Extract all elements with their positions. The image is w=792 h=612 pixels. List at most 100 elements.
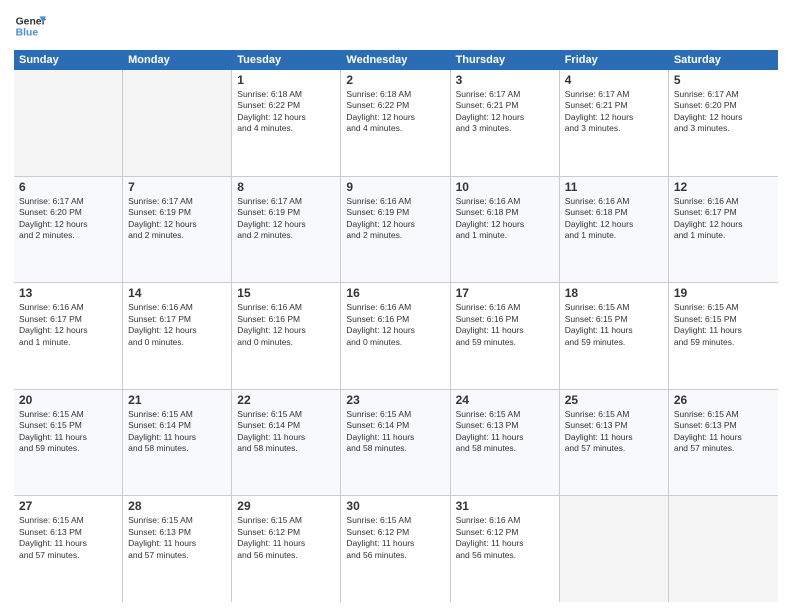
day-cell-6: 6 Sunrise: 6:17 AM Sunset: 6:20 PM Daylig…	[14, 177, 123, 283]
day-cell-1: 1Sunrise: 6:18 AM Sunset: 6:22 PM Daylig…	[232, 70, 341, 176]
day-cell-4: 4Sunrise: 6:17 AM Sunset: 6:21 PM Daylig…	[560, 70, 669, 176]
calendar-row-1: 6 Sunrise: 6:17 AM Sunset: 6:20 PM Daylig…	[14, 177, 778, 284]
day-number: 29	[237, 499, 335, 513]
weekday-header-sunday: Sunday	[14, 50, 123, 70]
day-number: 10	[456, 180, 554, 194]
calendar-row-2: 13 Sunrise: 6:16 AM Sunset: 6:17 PM Dayli…	[14, 283, 778, 390]
day-number: 31	[456, 499, 554, 513]
logo-icon: General Blue	[14, 10, 46, 42]
day-cell-24: 24 Sunrise: 6:15 AM Sunset: 6:13 PM Dayli…	[451, 390, 560, 496]
day-info: Sunrise: 6:15 AM Sunset: 6:15 PM Dayligh…	[674, 302, 773, 348]
calendar-row-4: 27 Sunrise: 6:15 AM Sunset: 6:13 PM Dayli…	[14, 496, 778, 602]
page: General Blue SundayMondayTuesdayWednesda…	[0, 0, 792, 612]
day-number: 15	[237, 286, 335, 300]
day-info: Sunrise: 6:16 AM Sunset: 6:16 PM Dayligh…	[237, 302, 335, 348]
day-number: 19	[674, 286, 773, 300]
day-number: 24	[456, 393, 554, 407]
day-number: 7	[128, 180, 226, 194]
day-cell-21: 21 Sunrise: 6:15 AM Sunset: 6:14 PM Dayli…	[123, 390, 232, 496]
day-number: 5	[674, 73, 773, 87]
weekday-header-saturday: Saturday	[669, 50, 778, 70]
day-number: 13	[19, 286, 117, 300]
day-cell-15: 15 Sunrise: 6:16 AM Sunset: 6:16 PM Dayli…	[232, 283, 341, 389]
day-cell-22: 22 Sunrise: 6:15 AM Sunset: 6:14 PM Dayli…	[232, 390, 341, 496]
day-number: 20	[19, 393, 117, 407]
day-number: 26	[674, 393, 773, 407]
day-number: 3	[456, 73, 554, 87]
day-number: 8	[237, 180, 335, 194]
day-info: Sunrise: 6:16 AM Sunset: 6:17 PM Dayligh…	[19, 302, 117, 348]
day-cell-20: 20 Sunrise: 6:15 AM Sunset: 6:15 PM Dayli…	[14, 390, 123, 496]
day-number: 9	[346, 180, 444, 194]
day-number: 4	[565, 73, 663, 87]
day-info: Sunrise: 6:17 AM Sunset: 6:20 PM Dayligh…	[674, 89, 773, 135]
day-info: Sunrise: 6:16 AM Sunset: 6:16 PM Dayligh…	[456, 302, 554, 348]
day-info: Sunrise: 6:16 AM Sunset: 6:18 PM Dayligh…	[456, 196, 554, 242]
empty-cell	[560, 496, 669, 602]
day-info: Sunrise: 6:15 AM Sunset: 6:14 PM Dayligh…	[346, 409, 444, 455]
logo: General Blue	[14, 10, 46, 42]
day-cell-26: 26 Sunrise: 6:15 AM Sunset: 6:13 PM Dayli…	[669, 390, 778, 496]
day-info: Sunrise: 6:15 AM Sunset: 6:15 PM Dayligh…	[565, 302, 663, 348]
day-info: Sunrise: 6:16 AM Sunset: 6:16 PM Dayligh…	[346, 302, 444, 348]
day-cell-17: 17 Sunrise: 6:16 AM Sunset: 6:16 PM Dayli…	[451, 283, 560, 389]
day-info: Sunrise: 6:16 AM Sunset: 6:17 PM Dayligh…	[128, 302, 226, 348]
calendar: SundayMondayTuesdayWednesdayThursdayFrid…	[14, 50, 778, 602]
day-info: Sunrise: 6:15 AM Sunset: 6:13 PM Dayligh…	[128, 515, 226, 561]
day-number: 28	[128, 499, 226, 513]
day-number: 30	[346, 499, 444, 513]
day-info: Sunrise: 6:16 AM Sunset: 6:19 PM Dayligh…	[346, 196, 444, 242]
day-cell-28: 28 Sunrise: 6:15 AM Sunset: 6:13 PM Dayli…	[123, 496, 232, 602]
day-number: 11	[565, 180, 663, 194]
weekday-header-wednesday: Wednesday	[341, 50, 450, 70]
day-info: Sunrise: 6:15 AM Sunset: 6:15 PM Dayligh…	[19, 409, 117, 455]
weekday-header-monday: Monday	[123, 50, 232, 70]
day-info: Sunrise: 6:16 AM Sunset: 6:18 PM Dayligh…	[565, 196, 663, 242]
day-info: Sunrise: 6:15 AM Sunset: 6:14 PM Dayligh…	[128, 409, 226, 455]
weekday-header-thursday: Thursday	[451, 50, 560, 70]
day-info: Sunrise: 6:17 AM Sunset: 6:21 PM Dayligh…	[456, 89, 554, 135]
day-cell-14: 14 Sunrise: 6:16 AM Sunset: 6:17 PM Dayli…	[123, 283, 232, 389]
day-cell-9: 9 Sunrise: 6:16 AM Sunset: 6:19 PM Daylig…	[341, 177, 450, 283]
day-cell-5: 5 Sunrise: 6:17 AM Sunset: 6:20 PM Daylig…	[669, 70, 778, 176]
day-number: 22	[237, 393, 335, 407]
day-number: 6	[19, 180, 117, 194]
day-cell-7: 7Sunrise: 6:17 AM Sunset: 6:19 PM Daylig…	[123, 177, 232, 283]
weekday-header-friday: Friday	[560, 50, 669, 70]
day-cell-13: 13 Sunrise: 6:16 AM Sunset: 6:17 PM Dayli…	[14, 283, 123, 389]
day-cell-12: 12 Sunrise: 6:16 AM Sunset: 6:17 PM Dayli…	[669, 177, 778, 283]
day-number: 18	[565, 286, 663, 300]
day-number: 17	[456, 286, 554, 300]
empty-cell	[14, 70, 123, 176]
day-cell-30: 30Sunrise: 6:15 AM Sunset: 6:12 PM Dayli…	[341, 496, 450, 602]
day-cell-29: 29 Sunrise: 6:15 AM Sunset: 6:12 PM Dayli…	[232, 496, 341, 602]
calendar-header: SundayMondayTuesdayWednesdayThursdayFrid…	[14, 50, 778, 70]
day-number: 25	[565, 393, 663, 407]
day-cell-25: 25 Sunrise: 6:15 AM Sunset: 6:13 PM Dayli…	[560, 390, 669, 496]
day-cell-23: 23Sunrise: 6:15 AM Sunset: 6:14 PM Dayli…	[341, 390, 450, 496]
day-info: Sunrise: 6:15 AM Sunset: 6:13 PM Dayligh…	[565, 409, 663, 455]
day-info: Sunrise: 6:15 AM Sunset: 6:14 PM Dayligh…	[237, 409, 335, 455]
day-number: 27	[19, 499, 117, 513]
calendar-row-3: 20 Sunrise: 6:15 AM Sunset: 6:15 PM Dayli…	[14, 390, 778, 497]
day-info: Sunrise: 6:17 AM Sunset: 6:20 PM Dayligh…	[19, 196, 117, 242]
day-info: Sunrise: 6:15 AM Sunset: 6:13 PM Dayligh…	[674, 409, 773, 455]
day-cell-2: 2Sunrise: 6:18 AM Sunset: 6:22 PM Daylig…	[341, 70, 450, 176]
day-info: Sunrise: 6:15 AM Sunset: 6:13 PM Dayligh…	[456, 409, 554, 455]
day-info: Sunrise: 6:16 AM Sunset: 6:12 PM Dayligh…	[456, 515, 554, 561]
weekday-header-tuesday: Tuesday	[232, 50, 341, 70]
day-number: 16	[346, 286, 444, 300]
day-info: Sunrise: 6:16 AM Sunset: 6:17 PM Dayligh…	[674, 196, 773, 242]
day-cell-11: 11 Sunrise: 6:16 AM Sunset: 6:18 PM Dayli…	[560, 177, 669, 283]
day-cell-8: 8 Sunrise: 6:17 AM Sunset: 6:19 PM Daylig…	[232, 177, 341, 283]
calendar-row-0: 1Sunrise: 6:18 AM Sunset: 6:22 PM Daylig…	[14, 70, 778, 177]
day-cell-16: 16 Sunrise: 6:16 AM Sunset: 6:16 PM Dayli…	[341, 283, 450, 389]
day-number: 14	[128, 286, 226, 300]
day-number: 21	[128, 393, 226, 407]
day-number: 12	[674, 180, 773, 194]
day-number: 2	[346, 73, 444, 87]
day-info: Sunrise: 6:17 AM Sunset: 6:19 PM Dayligh…	[237, 196, 335, 242]
day-number: 1	[237, 73, 335, 87]
day-info: Sunrise: 6:15 AM Sunset: 6:12 PM Dayligh…	[237, 515, 335, 561]
empty-cell	[123, 70, 232, 176]
